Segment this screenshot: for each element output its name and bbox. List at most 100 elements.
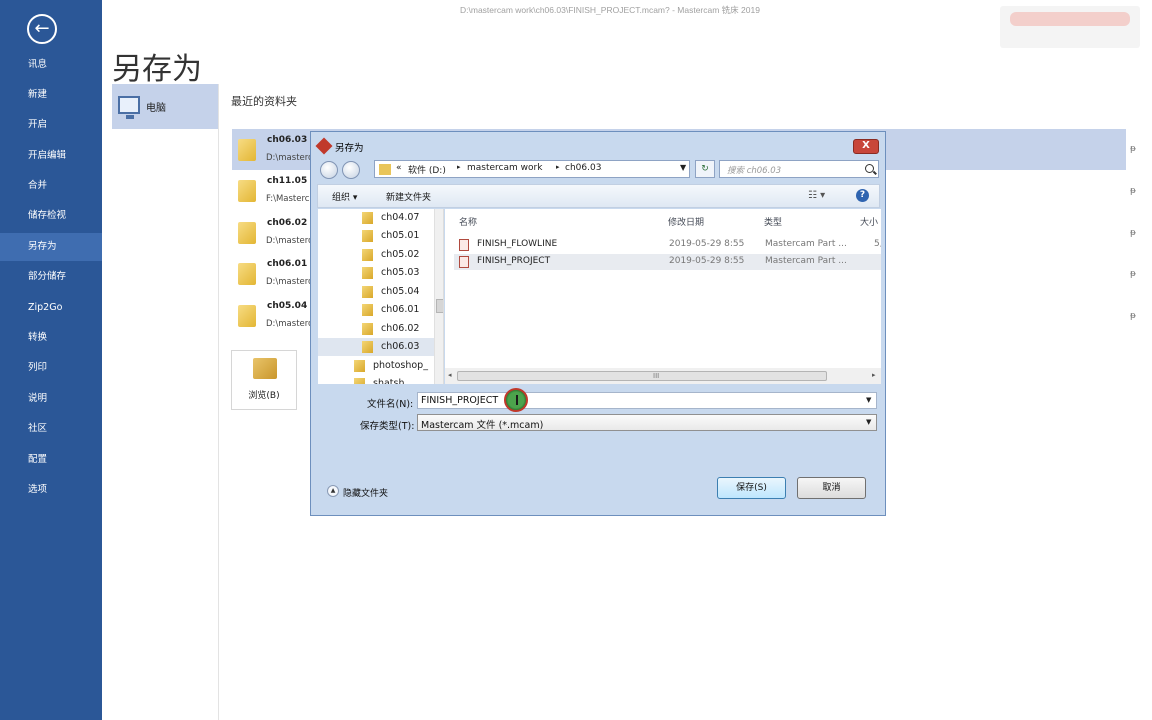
- column-header-size[interactable]: 大小: [860, 215, 878, 228]
- filetype-label: 保存类型(T):: [360, 421, 415, 432]
- address-overflow[interactable]: «: [396, 163, 402, 173]
- nav-item-partial-save[interactable]: 部分储存: [0, 263, 102, 291]
- filetype-value: Mastercam 文件 (*.mcam): [421, 420, 544, 431]
- tree-item[interactable]: ch05.02: [362, 246, 434, 264]
- tree-item-label: shatsh: [373, 378, 405, 384]
- folder-icon: [354, 360, 365, 372]
- tree-scroll-thumb[interactable]: [436, 299, 443, 313]
- tree-item[interactable]: photoshop_: [354, 357, 434, 375]
- nav-item-options[interactable]: 选项: [0, 476, 102, 504]
- search-icon[interactable]: [865, 164, 874, 173]
- window-title: D:\mastercam work\ch06.03\FINISH_PROJECT…: [460, 5, 760, 15]
- folder-icon: [362, 286, 373, 298]
- recent-folder-name: ch06.02: [267, 218, 308, 228]
- nav-item-info[interactable]: 讯息: [0, 51, 102, 79]
- chevron-right-icon[interactable]: ▸: [556, 163, 560, 171]
- nav-item-new[interactable]: 新建: [0, 81, 102, 109]
- nav-item-save-as[interactable]: 另存为: [0, 233, 102, 261]
- address-segment[interactable]: ch06.03: [565, 163, 601, 173]
- address-segment[interactable]: 软件 (D:): [408, 163, 446, 176]
- search-placeholder: 搜索 ch06.03: [727, 166, 782, 176]
- tree-item[interactable]: ch05.01: [362, 227, 434, 245]
- file-row[interactable]: FINISH_PROJECT 2019-05-29 8:55 Mastercam…: [454, 254, 881, 270]
- nav-item-open[interactable]: 开启: [0, 111, 102, 139]
- file-date: 2019-05-29 8:55: [669, 256, 745, 266]
- tree-item[interactable]: ch06.01: [362, 301, 434, 319]
- pin-icon[interactable]: ᵽ: [1130, 186, 1136, 196]
- hide-folders-toggle[interactable]: 隐藏文件夹: [343, 486, 388, 499]
- back-arrow-icon[interactable]: ←: [27, 14, 57, 44]
- tree-item[interactable]: ch05.03: [362, 264, 434, 282]
- divider: [218, 84, 219, 720]
- chevron-down-icon[interactable]: ▼: [866, 418, 871, 426]
- file-date: 2019-05-29 8:55: [669, 239, 745, 249]
- computer-icon: [118, 96, 140, 119]
- address-segment[interactable]: mastercam work: [467, 163, 542, 173]
- view-options-icon[interactable]: ☷ ▾: [808, 190, 825, 201]
- file-type: Mastercam Part ...: [765, 239, 847, 249]
- folder-icon: [354, 378, 365, 384]
- nav-item-help[interactable]: 说明: [0, 385, 102, 413]
- tree-item[interactable]: ch04.07: [362, 209, 434, 227]
- browse-button[interactable]: 浏览(B): [231, 350, 297, 410]
- tree-item-label: ch05.03: [381, 267, 420, 278]
- mastercam-file-icon: [459, 239, 469, 251]
- chevron-right-icon[interactable]: ▸: [457, 163, 461, 171]
- nav-item-open-edit[interactable]: 开启编辑: [0, 142, 102, 170]
- tree-item[interactable]: shatsh: [354, 375, 434, 384]
- chevron-up-icon[interactable]: ▲: [327, 485, 339, 497]
- search-input[interactable]: 搜索 ch06.03: [719, 160, 879, 178]
- filetype-select[interactable]: Mastercam 文件 (*.mcam) ▼: [417, 414, 877, 431]
- filename-label: 文件名(N):: [367, 399, 414, 410]
- tree-item[interactable]: ch06.02: [362, 320, 434, 338]
- recent-folder-name: ch11.05: [267, 176, 308, 186]
- file-type: Mastercam Part ...: [765, 256, 847, 266]
- folder-icon: [362, 341, 373, 353]
- horizontal-scroll-thumb[interactable]: III: [457, 371, 827, 381]
- back-nav-icon[interactable]: [320, 161, 338, 179]
- refresh-icon[interactable]: ↻: [695, 160, 715, 178]
- pin-icon[interactable]: ᵽ: [1130, 311, 1136, 321]
- filename-input[interactable]: FINISH_PROJECT ▼: [417, 392, 877, 409]
- open-folder-icon: [253, 358, 277, 379]
- help-icon[interactable]: ?: [856, 189, 869, 202]
- recent-folder-name: ch06.03: [267, 135, 308, 145]
- pin-icon[interactable]: ᵽ: [1130, 144, 1136, 154]
- scroll-right-icon[interactable]: ▸: [872, 371, 876, 379]
- tree-scrollbar[interactable]: [434, 209, 443, 384]
- nav-item-convert[interactable]: 转换: [0, 324, 102, 352]
- nav-item-save-view[interactable]: 储存检视: [0, 202, 102, 230]
- filename-value: FINISH_PROJECT: [421, 395, 499, 406]
- column-header-name[interactable]: 名称: [459, 215, 477, 228]
- column-header-date[interactable]: 修改日期: [668, 215, 704, 228]
- forward-nav-icon[interactable]: [342, 161, 360, 179]
- horizontal-scrollbar[interactable]: ◂ III ▸: [445, 368, 881, 384]
- column-header-type[interactable]: 类型: [764, 215, 782, 228]
- tree-item-label: ch05.01: [381, 230, 420, 241]
- nav-item-config[interactable]: 配置: [0, 446, 102, 474]
- close-button[interactable]: X: [853, 139, 879, 154]
- tree-item[interactable]: ch05.04: [362, 283, 434, 301]
- new-folder-button[interactable]: 新建文件夹: [386, 190, 431, 203]
- file-name: FINISH_PROJECT: [477, 256, 551, 266]
- file-row[interactable]: FINISH_FLOWLINE 2019-05-29 8:55 Masterca…: [454, 237, 881, 253]
- save-button[interactable]: 保存(S): [717, 477, 786, 499]
- location-computer[interactable]: 电脑: [112, 84, 219, 129]
- recent-folder-path: D:\masterc: [266, 277, 313, 287]
- scroll-grip: III: [653, 372, 660, 380]
- pin-icon[interactable]: ᵽ: [1130, 228, 1136, 238]
- tree-item[interactable]: ch06.03: [318, 338, 434, 356]
- pin-icon[interactable]: ᵽ: [1130, 269, 1136, 279]
- nav-item-zip2go[interactable]: Zip2Go: [0, 294, 102, 322]
- nav-item-merge[interactable]: 合并: [0, 172, 102, 200]
- folder-icon: [362, 267, 373, 279]
- nav-item-community[interactable]: 社区: [0, 415, 102, 443]
- folder-icon: [238, 263, 256, 285]
- address-bar[interactable]: « 软件 (D:) ▸ mastercam work ▸ ch06.03 ▼: [374, 160, 690, 178]
- cancel-button[interactable]: 取消: [797, 477, 866, 499]
- organize-menu[interactable]: 组织 ▾: [332, 190, 357, 203]
- chevron-down-icon[interactable]: ▼: [866, 396, 871, 404]
- scroll-left-icon[interactable]: ◂: [448, 371, 452, 379]
- chevron-down-icon[interactable]: ▼: [680, 163, 686, 172]
- nav-item-print[interactable]: 列印: [0, 354, 102, 382]
